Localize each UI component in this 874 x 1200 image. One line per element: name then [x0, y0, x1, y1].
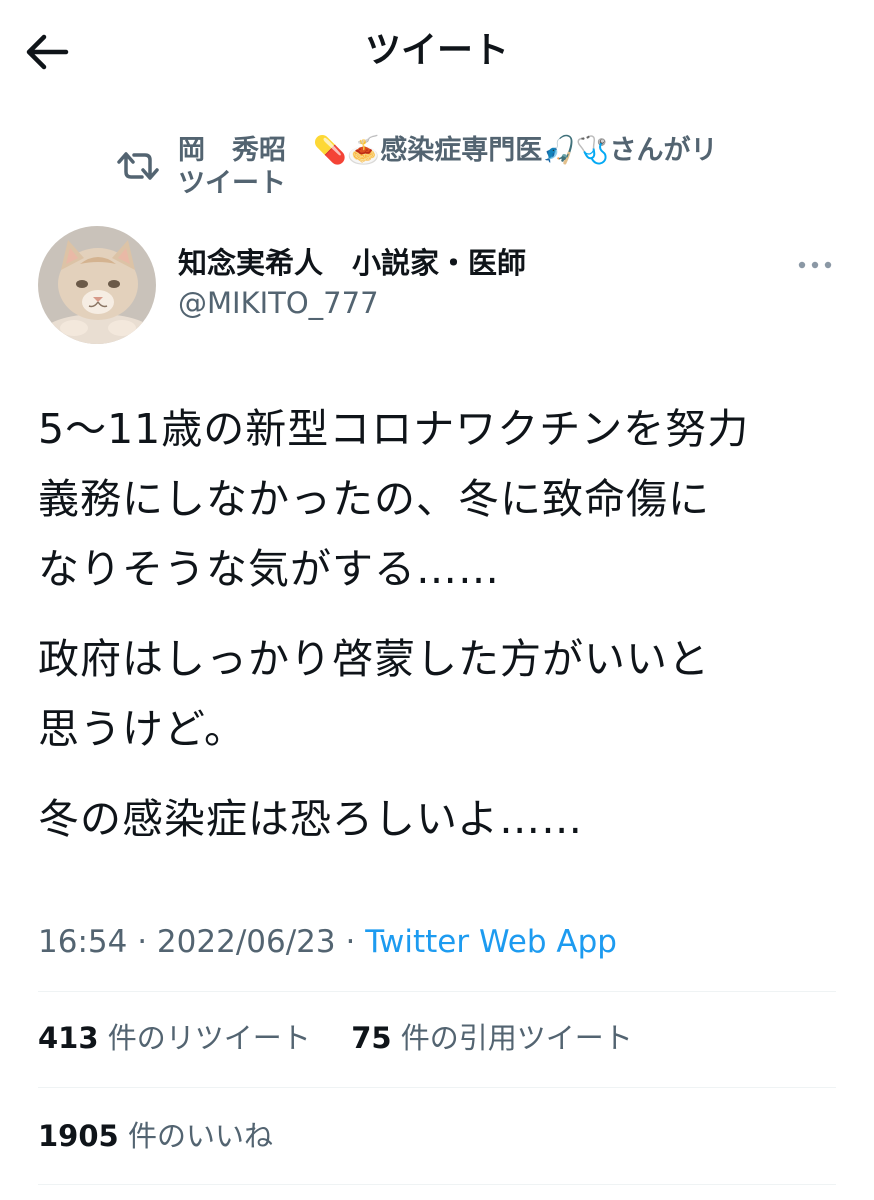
meta-separator: · [345, 924, 356, 960]
tweet-text: 5〜11歳の新型コロナワクチンを努力 義務にしなかったの、冬に致命傷に なりそう… [38, 394, 838, 874]
page-title: ツイート [364, 30, 509, 71]
quotes-stat[interactable]: 75 件の引用ツイート [351, 1016, 633, 1060]
likes-count: 1905 [38, 1119, 119, 1153]
tweet-line: 5〜11歳の新型コロナワクチンを努力 [38, 405, 750, 453]
top-app-bar: ツイート [0, 0, 874, 108]
tweet-line: 政府はしっかり啓蒙した方がいいと [38, 635, 710, 683]
likes-label: 件のいいね [127, 1119, 273, 1153]
engagement-stats: 413 件のリツイート 75 件の引用ツイート [38, 1016, 633, 1060]
quotes-count: 75 [351, 1021, 392, 1055]
tweet-paragraph: 政府はしっかり啓蒙した方がいいと 思うけど。 [38, 624, 838, 764]
cat-avatar-image [38, 226, 156, 344]
tweet-paragraph: 冬の感染症は恐ろしいよ…… [38, 784, 838, 854]
avatar[interactable] [38, 226, 156, 344]
retweeter-link[interactable]: 岡 秀昭 💊🍝感染症専門医🎣🩺さんがリ ツイート [178, 134, 798, 200]
tweet-paragraph: 5〜11歳の新型コロナワクチンを努力 義務にしなかったの、冬に致命傷に なりそう… [38, 394, 838, 604]
divider [38, 1184, 836, 1185]
retweet-context: 岡 秀昭 💊🍝感染症専門医🎣🩺さんがリ ツイート [110, 134, 810, 204]
retweets-count: 413 [38, 1021, 99, 1055]
likes-stat[interactable]: 1905 件のいいね [38, 1114, 273, 1158]
likes-stats: 1905 件のいいね [38, 1114, 273, 1158]
tweet-time[interactable]: 16:54 [38, 924, 127, 960]
tweet-source-link[interactable]: Twitter Web App [365, 924, 617, 960]
tweet-line: 義務にしなかったの、冬に致命傷に [38, 475, 710, 523]
retweets-label: 件のリツイート [107, 1021, 311, 1055]
tweet-date[interactable]: 2022/06/23 [157, 924, 336, 960]
meta-separator: · [137, 924, 148, 960]
author-handle[interactable]: @MIKITO_777 [178, 284, 379, 322]
more-horizontal-icon [798, 261, 832, 269]
divider [38, 1087, 836, 1088]
divider [38, 991, 836, 992]
tweet-line: なりそうな気がする…… [38, 545, 500, 593]
retweets-stat[interactable]: 413 件のリツイート [38, 1016, 311, 1060]
tweet-line: 思うけど。 [38, 705, 246, 753]
tweet-meta: 16:54 · 2022/06/23 · Twitter Web App [38, 918, 617, 966]
more-options-button[interactable] [794, 250, 836, 280]
retweet-icon [117, 152, 159, 180]
author-display-name[interactable]: 知念実希人 小説家・医師 [178, 244, 526, 282]
tweet-line: 冬の感染症は恐ろしいよ…… [38, 795, 584, 843]
retweet-label-line1: 岡 秀昭 💊🍝感染症専門医🎣🩺さんがリ [178, 135, 718, 166]
quotes-label: 件の引用ツイート [400, 1021, 633, 1055]
retweet-label-line2: ツイート [178, 168, 286, 199]
